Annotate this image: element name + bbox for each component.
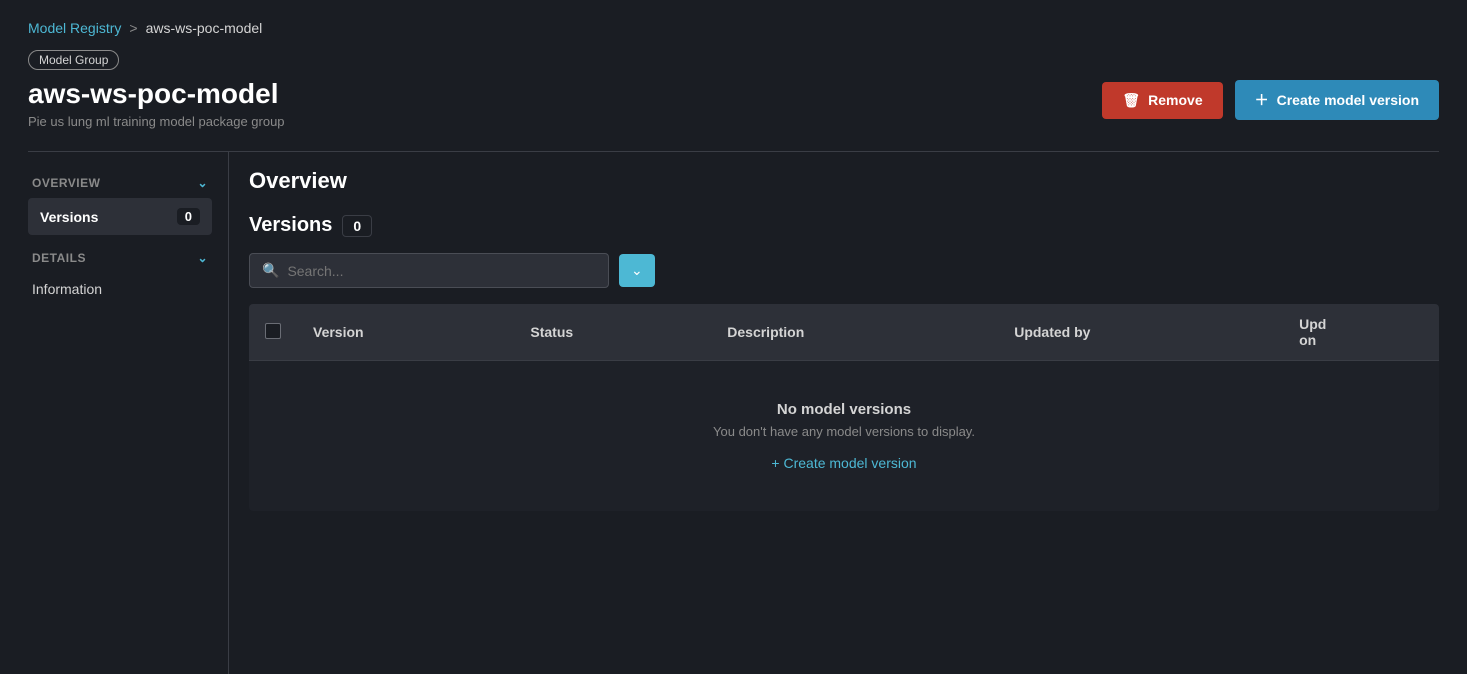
- sidebar: OVERVIEW ⌄ Versions 0 DETAILS ⌄ Informat…: [28, 152, 228, 674]
- versions-heading: Versions: [249, 214, 332, 237]
- select-all-checkbox[interactable]: [265, 323, 281, 339]
- breadcrumb-separator: >: [129, 20, 137, 36]
- main-content: OVERVIEW ⌄ Versions 0 DETAILS ⌄ Informat…: [28, 152, 1439, 674]
- filter-button[interactable]: ⌄: [619, 254, 655, 287]
- th-updated-on: Updon: [1283, 304, 1439, 361]
- sidebar-details-label: DETAILS: [32, 251, 86, 265]
- empty-state-create-link[interactable]: + Create model version: [771, 455, 916, 471]
- filter-chevron-icon: ⌄: [631, 262, 643, 279]
- plus-icon: ＋: [1255, 90, 1269, 110]
- sidebar-item-versions[interactable]: Versions 0: [28, 198, 212, 235]
- empty-state-title: No model versions: [269, 401, 1419, 418]
- versions-table: Version Status Description Updated by Up…: [249, 304, 1439, 361]
- create-model-version-button[interactable]: ＋ Create model version: [1235, 80, 1439, 120]
- empty-state-subtitle: You don't have any model versions to dis…: [269, 424, 1419, 439]
- create-label: Create model version: [1277, 92, 1419, 108]
- breadcrumb: Model Registry > aws-ws-poc-model: [28, 20, 1439, 36]
- breadcrumb-link[interactable]: Model Registry: [28, 20, 121, 36]
- th-version: Version: [297, 304, 514, 361]
- page-subtitle: Pie us lung ml training model package gr…: [28, 114, 285, 129]
- trash-icon: 🗑: [1122, 92, 1140, 109]
- th-status: Status: [514, 304, 711, 361]
- model-group-badge: Model Group: [28, 50, 119, 70]
- sidebar-overview-header[interactable]: OVERVIEW ⌄: [28, 168, 212, 198]
- search-icon: 🔍: [262, 262, 279, 279]
- information-label: Information: [32, 281, 102, 297]
- versions-header: Versions 0: [249, 214, 1439, 237]
- content-panel: Overview Versions 0 🔍 ⌄: [228, 152, 1439, 674]
- sidebar-details-section: DETAILS ⌄ Information: [28, 243, 212, 305]
- sidebar-overview-label: OVERVIEW: [32, 176, 100, 190]
- remove-label: Remove: [1148, 92, 1202, 108]
- search-input[interactable]: [287, 263, 596, 279]
- th-checkbox[interactable]: [249, 304, 297, 361]
- versions-badge: 0: [177, 208, 200, 225]
- breadcrumb-current: aws-ws-poc-model: [146, 20, 263, 36]
- search-box[interactable]: 🔍: [249, 253, 609, 288]
- search-filter-row: 🔍 ⌄: [249, 253, 1439, 288]
- details-chevron-icon: ⌄: [197, 251, 208, 265]
- sidebar-item-information[interactable]: Information: [28, 273, 212, 305]
- sidebar-details-header[interactable]: DETAILS ⌄: [28, 243, 212, 273]
- header-left: Model Group aws-ws-poc-model Pie us lung…: [28, 50, 285, 129]
- sidebar-overview-section: OVERVIEW ⌄ Versions 0: [28, 168, 212, 235]
- overview-chevron-icon: ⌄: [197, 176, 208, 190]
- empty-state: No model versions You don't have any mod…: [249, 361, 1439, 511]
- versions-count-badge: 0: [342, 215, 372, 237]
- header-row: Model Group aws-ws-poc-model Pie us lung…: [28, 50, 1439, 129]
- th-description: Description: [711, 304, 998, 361]
- table-header: Version Status Description Updated by Up…: [249, 304, 1439, 361]
- overview-title: Overview: [249, 168, 1439, 194]
- remove-button[interactable]: 🗑 Remove: [1102, 82, 1222, 119]
- th-updated-by: Updated by: [998, 304, 1283, 361]
- sidebar-versions-label: Versions: [40, 209, 98, 225]
- page-title: aws-ws-poc-model: [28, 78, 285, 110]
- versions-table-wrapper: Version Status Description Updated by Up…: [249, 304, 1439, 511]
- header-actions: 🗑 Remove ＋ Create model version: [1102, 50, 1439, 120]
